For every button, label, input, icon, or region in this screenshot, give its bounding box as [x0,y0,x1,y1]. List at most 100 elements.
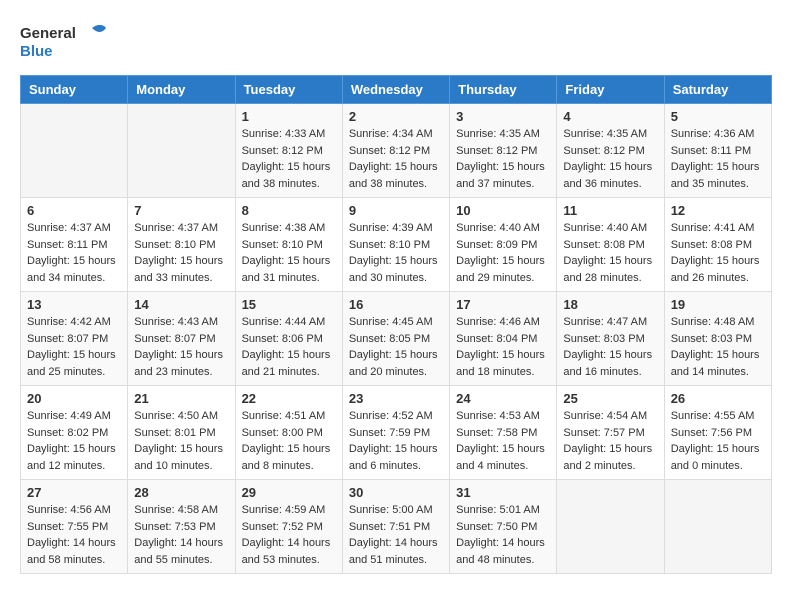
logo: General Blue [20,20,110,65]
calendar-cell: 25 Sunrise: 4:54 AMSunset: 7:57 PMDaylig… [557,386,664,480]
day-number: 14 [134,297,228,312]
day-sunrise: Sunrise: 5:01 AMSunset: 7:50 PMDaylight:… [456,504,545,566]
day-number: 18 [563,297,657,312]
day-number: 22 [242,391,336,406]
calendar-cell: 8 Sunrise: 4:38 AMSunset: 8:10 PMDayligh… [235,198,342,292]
calendar-cell: 3 Sunrise: 4:35 AMSunset: 8:12 PMDayligh… [450,104,557,198]
day-sunrise: Sunrise: 4:43 AMSunset: 8:07 PMDaylight:… [134,316,223,378]
day-sunrise: Sunrise: 4:55 AMSunset: 7:56 PMDaylight:… [671,410,760,472]
calendar-cell: 23 Sunrise: 4:52 AMSunset: 7:59 PMDaylig… [342,386,449,480]
day-number: 1 [242,109,336,124]
weekday-header: Sunday [21,76,128,104]
calendar-cell: 17 Sunrise: 4:46 AMSunset: 8:04 PMDaylig… [450,292,557,386]
day-sunrise: Sunrise: 4:33 AMSunset: 8:12 PMDaylight:… [242,128,331,190]
day-number: 3 [456,109,550,124]
day-number: 2 [349,109,443,124]
day-number: 23 [349,391,443,406]
calendar-week-row: 27 Sunrise: 4:56 AMSunset: 7:55 PMDaylig… [21,480,772,574]
calendar-week-row: 1 Sunrise: 4:33 AMSunset: 8:12 PMDayligh… [21,104,772,198]
day-sunrise: Sunrise: 4:41 AMSunset: 8:08 PMDaylight:… [671,222,760,284]
calendar-week-row: 20 Sunrise: 4:49 AMSunset: 8:02 PMDaylig… [21,386,772,480]
calendar-week-row: 13 Sunrise: 4:42 AMSunset: 8:07 PMDaylig… [21,292,772,386]
calendar-cell [664,480,771,574]
day-sunrise: Sunrise: 4:39 AMSunset: 8:10 PMDaylight:… [349,222,438,284]
day-sunrise: Sunrise: 4:40 AMSunset: 8:08 PMDaylight:… [563,222,652,284]
day-number: 10 [456,203,550,218]
day-number: 27 [27,485,121,500]
day-sunrise: Sunrise: 4:58 AMSunset: 7:53 PMDaylight:… [134,504,223,566]
calendar-cell: 22 Sunrise: 4:51 AMSunset: 8:00 PMDaylig… [235,386,342,480]
svg-text:General: General [20,25,76,42]
calendar-week-row: 6 Sunrise: 4:37 AMSunset: 8:11 PMDayligh… [21,198,772,292]
day-number: 12 [671,203,765,218]
day-sunrise: Sunrise: 4:52 AMSunset: 7:59 PMDaylight:… [349,410,438,472]
day-sunrise: Sunrise: 4:59 AMSunset: 7:52 PMDaylight:… [242,504,331,566]
day-number: 13 [27,297,121,312]
day-number: 19 [671,297,765,312]
weekday-header: Saturday [664,76,771,104]
day-sunrise: Sunrise: 4:45 AMSunset: 8:05 PMDaylight:… [349,316,438,378]
calendar-cell: 27 Sunrise: 4:56 AMSunset: 7:55 PMDaylig… [21,480,128,574]
day-sunrise: Sunrise: 4:35 AMSunset: 8:12 PMDaylight:… [456,128,545,190]
day-number: 5 [671,109,765,124]
calendar-table: SundayMondayTuesdayWednesdayThursdayFrid… [20,75,772,574]
day-number: 6 [27,203,121,218]
calendar-cell: 6 Sunrise: 4:37 AMSunset: 8:11 PMDayligh… [21,198,128,292]
day-number: 26 [671,391,765,406]
calendar-cell: 4 Sunrise: 4:35 AMSunset: 8:12 PMDayligh… [557,104,664,198]
calendar-cell: 9 Sunrise: 4:39 AMSunset: 8:10 PMDayligh… [342,198,449,292]
day-sunrise: Sunrise: 4:51 AMSunset: 8:00 PMDaylight:… [242,410,331,472]
day-sunrise: Sunrise: 4:44 AMSunset: 8:06 PMDaylight:… [242,316,331,378]
weekday-header: Friday [557,76,664,104]
day-sunrise: Sunrise: 4:47 AMSunset: 8:03 PMDaylight:… [563,316,652,378]
day-sunrise: Sunrise: 4:48 AMSunset: 8:03 PMDaylight:… [671,316,760,378]
day-sunrise: Sunrise: 4:54 AMSunset: 7:57 PMDaylight:… [563,410,652,472]
calendar-cell: 18 Sunrise: 4:47 AMSunset: 8:03 PMDaylig… [557,292,664,386]
calendar-cell: 24 Sunrise: 4:53 AMSunset: 7:58 PMDaylig… [450,386,557,480]
svg-text:Blue: Blue [20,43,53,60]
day-number: 9 [349,203,443,218]
page-header: General Blue [20,20,772,65]
calendar-cell: 5 Sunrise: 4:36 AMSunset: 8:11 PMDayligh… [664,104,771,198]
calendar-cell: 26 Sunrise: 4:55 AMSunset: 7:56 PMDaylig… [664,386,771,480]
calendar-cell: 16 Sunrise: 4:45 AMSunset: 8:05 PMDaylig… [342,292,449,386]
calendar-cell: 13 Sunrise: 4:42 AMSunset: 8:07 PMDaylig… [21,292,128,386]
day-sunrise: Sunrise: 4:56 AMSunset: 7:55 PMDaylight:… [27,504,116,566]
calendar-cell: 2 Sunrise: 4:34 AMSunset: 8:12 PMDayligh… [342,104,449,198]
day-number: 17 [456,297,550,312]
day-sunrise: Sunrise: 4:37 AMSunset: 8:10 PMDaylight:… [134,222,223,284]
day-number: 31 [456,485,550,500]
day-sunrise: Sunrise: 4:46 AMSunset: 8:04 PMDaylight:… [456,316,545,378]
day-sunrise: Sunrise: 4:50 AMSunset: 8:01 PMDaylight:… [134,410,223,472]
day-number: 16 [349,297,443,312]
calendar-header: SundayMondayTuesdayWednesdayThursdayFrid… [21,76,772,104]
day-number: 4 [563,109,657,124]
calendar-cell [21,104,128,198]
calendar-body: 1 Sunrise: 4:33 AMSunset: 8:12 PMDayligh… [21,104,772,574]
day-sunrise: Sunrise: 4:37 AMSunset: 8:11 PMDaylight:… [27,222,116,284]
calendar-cell: 21 Sunrise: 4:50 AMSunset: 8:01 PMDaylig… [128,386,235,480]
day-number: 8 [242,203,336,218]
day-sunrise: Sunrise: 4:38 AMSunset: 8:10 PMDaylight:… [242,222,331,284]
day-number: 24 [456,391,550,406]
logo-svg: General Blue [20,20,110,65]
day-sunrise: Sunrise: 4:53 AMSunset: 7:58 PMDaylight:… [456,410,545,472]
day-number: 7 [134,203,228,218]
day-number: 21 [134,391,228,406]
calendar-cell: 30 Sunrise: 5:00 AMSunset: 7:51 PMDaylig… [342,480,449,574]
weekday-header: Tuesday [235,76,342,104]
weekday-row: SundayMondayTuesdayWednesdayThursdayFrid… [21,76,772,104]
day-sunrise: Sunrise: 4:49 AMSunset: 8:02 PMDaylight:… [27,410,116,472]
calendar-cell [557,480,664,574]
calendar-cell: 14 Sunrise: 4:43 AMSunset: 8:07 PMDaylig… [128,292,235,386]
calendar-cell: 7 Sunrise: 4:37 AMSunset: 8:10 PMDayligh… [128,198,235,292]
day-number: 29 [242,485,336,500]
weekday-header: Thursday [450,76,557,104]
day-number: 25 [563,391,657,406]
day-sunrise: Sunrise: 4:34 AMSunset: 8:12 PMDaylight:… [349,128,438,190]
calendar-cell: 19 Sunrise: 4:48 AMSunset: 8:03 PMDaylig… [664,292,771,386]
day-number: 15 [242,297,336,312]
calendar-cell: 15 Sunrise: 4:44 AMSunset: 8:06 PMDaylig… [235,292,342,386]
day-sunrise: Sunrise: 4:40 AMSunset: 8:09 PMDaylight:… [456,222,545,284]
calendar-cell: 1 Sunrise: 4:33 AMSunset: 8:12 PMDayligh… [235,104,342,198]
